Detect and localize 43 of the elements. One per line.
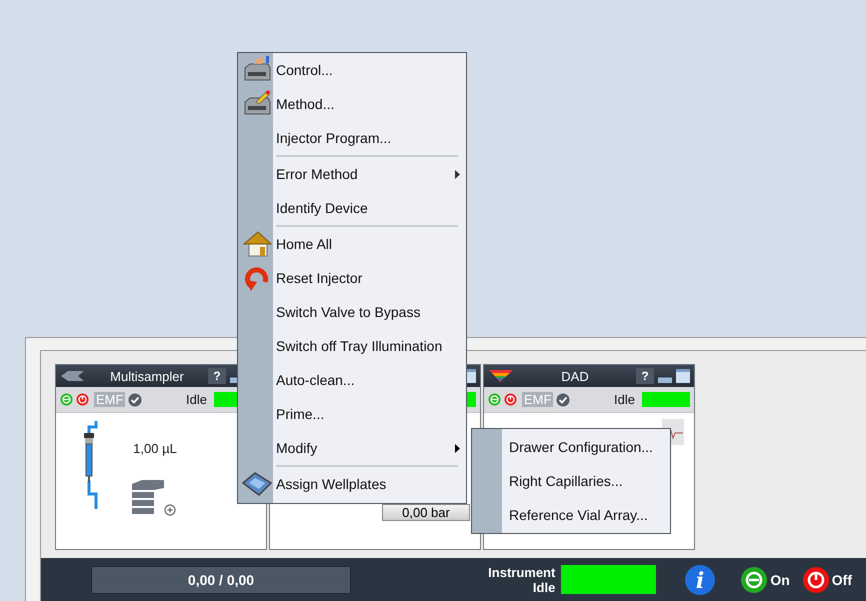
menu-item[interactable]: Auto-clean... <box>238 363 466 397</box>
menu-item[interactable]: Injector Program... <box>238 121 466 155</box>
menu-item[interactable]: Right Capillaries... <box>472 464 670 498</box>
run-counter: 0,00 / 0,00 <box>91 566 351 594</box>
status-label: Idle <box>186 392 207 407</box>
menu-item[interactable]: Prime... <box>238 397 466 431</box>
menu-item[interactable]: Modify <box>238 431 466 465</box>
status-indicator <box>642 392 690 407</box>
help-button[interactable]: ? <box>208 368 226 384</box>
help-button[interactable]: ? <box>636 368 654 384</box>
menu-item[interactable]: Drawer Configuration... <box>472 430 670 464</box>
menu-item[interactable]: Home All <box>238 227 466 261</box>
emf-label: EMF <box>522 392 554 407</box>
menu-item[interactable]: Reference Vial Array... <box>472 498 670 532</box>
menu-item[interactable]: Reset Injector <box>238 261 466 295</box>
on-button[interactable]: On <box>740 566 790 594</box>
power-off-icon[interactable] <box>76 393 89 406</box>
on-icon[interactable] <box>60 393 73 406</box>
module-title: Multisampler <box>109 368 185 384</box>
menu-item[interactable]: Assign Wellplates <box>238 467 466 501</box>
menu-item[interactable]: Error Method <box>238 157 466 191</box>
menu-item[interactable]: Control... <box>238 53 466 87</box>
power-off-icon[interactable] <box>504 393 517 406</box>
menu-item[interactable]: Method... <box>238 87 466 121</box>
menu-item[interactable]: Identify Device <box>238 191 466 225</box>
prism-icon <box>488 369 514 383</box>
emf-label: EMF <box>94 392 126 407</box>
injection-volume: 1,00 µL <box>133 441 177 456</box>
instrument-status: Idle <box>532 580 556 594</box>
off-button[interactable]: Off <box>802 566 852 594</box>
info-icon[interactable]: i <box>684 564 716 596</box>
status-label: Idle <box>614 392 635 407</box>
pressure-display: 0,00 bar <box>382 504 470 521</box>
sampler-icon <box>60 370 86 382</box>
wellplate-icon <box>241 471 273 497</box>
menu-item[interactable]: Switch Valve to Bypass <box>238 295 466 329</box>
module-title: DAD <box>560 368 590 384</box>
on-icon[interactable] <box>488 393 501 406</box>
menu-item[interactable]: Switch off Tray Illumination <box>238 329 466 363</box>
check-icon <box>556 392 570 406</box>
instrument-label: Instrument <box>488 564 556 580</box>
check-icon <box>128 392 142 406</box>
house-icon <box>242 230 272 258</box>
